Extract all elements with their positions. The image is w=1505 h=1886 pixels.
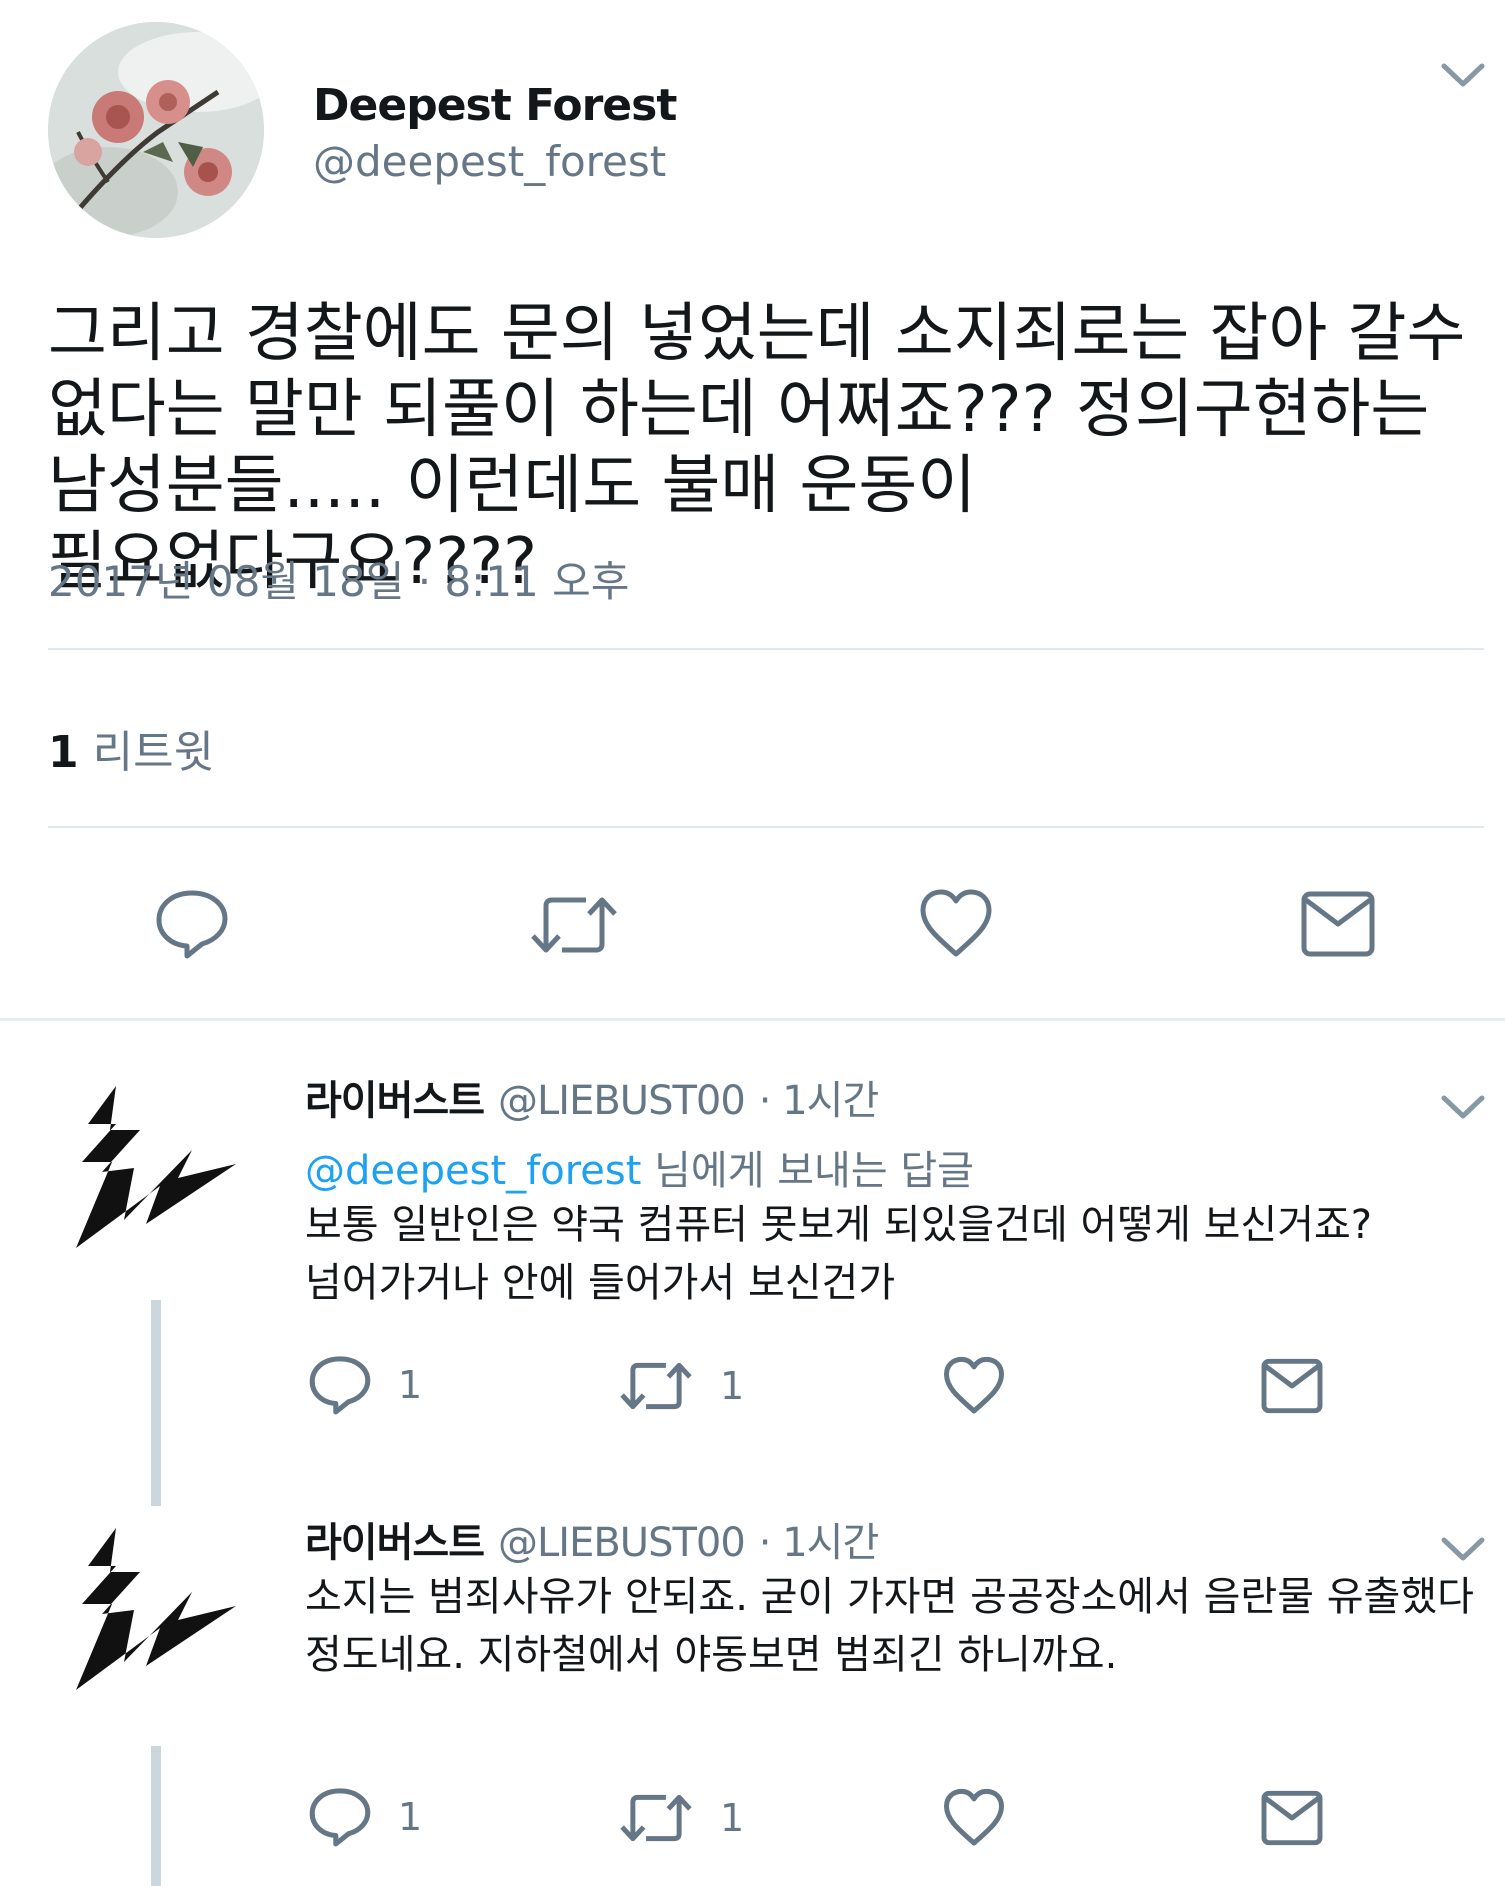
message-icon[interactable] [1260,1790,1324,1846]
divider [48,648,1484,650]
reply-author-handle[interactable]: @LIEBUST00 [498,1078,746,1124]
like-icon[interactable] [942,1356,1006,1416]
chevron-down-icon[interactable] [1440,1092,1486,1122]
tweet-timestamp[interactable]: 2017년 08월 18일 · 8:11 오후 [48,548,629,609]
retweet-count: 1 [720,1364,745,1408]
reply-button[interactable]: 1 [308,1786,422,1848]
author-name[interactable]: Deepest Forest [313,80,677,131]
retweet-stat-label: 리트윗 [92,727,215,778]
thread-line [151,1746,161,1886]
reply-author-name[interactable]: 라이버스트 [305,1078,485,1124]
retweet-count: 1 [720,1796,745,1840]
reply-count: 1 [398,1795,423,1839]
reply-button[interactable]: 1 [308,1354,422,1416]
retweet-icon [620,1362,692,1410]
reply-header: 라이버스트 @LIEBUST00 · 1시간 [305,1068,879,1126]
reply-author-handle[interactable]: @LIEBUST00 [498,1520,746,1566]
reply-text: 보통 일반인은 약국 컴퓨터 못보게 되있을건데 어떻게 보신거죠? 넘어가거나… [305,1202,1373,1306]
reply-text: 소지는 범죄사유가 안되죠. 굳이 가자면 공공장소에서 음란물 유출했다 정도… [305,1574,1474,1678]
thread-line [151,1300,161,1506]
retweet-icon [620,1794,692,1842]
message-icon[interactable] [1300,890,1376,958]
reply-avatar[interactable] [60,1080,240,1260]
retweet-stat-count: 1 [48,727,79,778]
reply-count: 1 [398,1363,423,1407]
retweet-button[interactable]: 1 [618,1358,744,1414]
replying-to: @deepest_forest 님에게 보내는 답글 [305,1138,974,1196]
chevron-down-icon[interactable] [1440,60,1486,90]
reply-author-name[interactable]: 라이버스트 [305,1520,485,1566]
retweet-button[interactable]: 1 [618,1790,744,1846]
reply-icon [309,1788,371,1847]
like-icon[interactable] [942,1788,1006,1848]
message-icon[interactable] [1260,1358,1324,1414]
reply-icon[interactable] [154,888,230,960]
retweet-icon[interactable] [528,892,620,958]
reply-avatar[interactable] [60,1522,240,1702]
replying-to-suffix: 님에게 보내는 답글 [641,1148,974,1194]
reply-icon [309,1356,371,1415]
reply-header: 라이버스트 @LIEBUST00 · 1시간 [305,1510,879,1568]
section-separator [0,1018,1505,1021]
retweet-stats[interactable]: 1 리트윗 [48,716,214,780]
replying-to-link[interactable]: @deepest_forest [305,1148,641,1194]
author-handle[interactable]: @deepest_forest [313,137,666,186]
reply-time[interactable]: · 1시간 [759,1520,879,1566]
chevron-down-icon[interactable] [1440,1534,1486,1564]
like-icon[interactable] [918,888,994,960]
author-avatar[interactable] [48,22,264,238]
reply-time[interactable]: · 1시간 [759,1078,879,1124]
divider [48,826,1484,828]
